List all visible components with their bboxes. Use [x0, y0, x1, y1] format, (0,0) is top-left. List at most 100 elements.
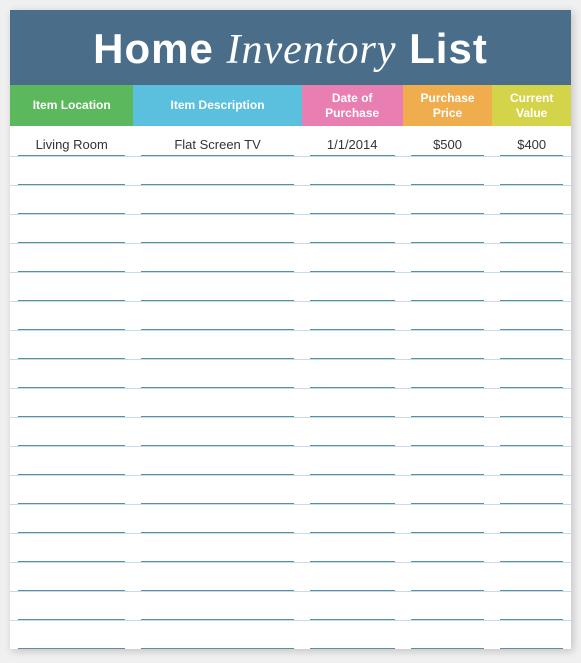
- cell-purchase-price: [403, 360, 493, 388]
- cell-current-value: [492, 534, 571, 562]
- cell-purchase-price: [403, 621, 493, 649]
- cell-current-value: [492, 215, 571, 243]
- cell-location: [10, 244, 133, 272]
- cell-location: [10, 563, 133, 591]
- cell-current-value: [492, 360, 571, 388]
- cell-location: [10, 273, 133, 301]
- cell-description: [133, 389, 301, 417]
- cell-date: [302, 621, 403, 649]
- cell-date: [302, 186, 403, 214]
- table-row: [10, 302, 571, 331]
- cell-date: [302, 215, 403, 243]
- col-header-location: Item Location: [10, 85, 133, 126]
- table-row: [10, 563, 571, 592]
- cell-purchase-price: [403, 389, 493, 417]
- cell-date: [302, 157, 403, 185]
- cell-date: [302, 447, 403, 475]
- cell-location: [10, 621, 133, 649]
- table-row: [10, 331, 571, 360]
- cell-purchase-price: [403, 273, 493, 301]
- cell-purchase-price: [403, 331, 493, 359]
- title-inventory: Inventory: [227, 27, 397, 73]
- cell-date: [302, 563, 403, 591]
- cell-date: [302, 302, 403, 330]
- cell-current-value: [492, 273, 571, 301]
- cell-purchase-price: [403, 157, 493, 185]
- cell-location: [10, 476, 133, 504]
- table-row: Living RoomFlat Screen TV1/1/2014$500$40…: [10, 126, 571, 157]
- cell-location: [10, 331, 133, 359]
- cell-location: [10, 447, 133, 475]
- table-row: [10, 534, 571, 563]
- table-row: [10, 418, 571, 447]
- cell-location: [10, 302, 133, 330]
- table-row: [10, 273, 571, 302]
- cell-description: [133, 273, 301, 301]
- cell-date: [302, 244, 403, 272]
- table-row: [10, 360, 571, 389]
- cell-current-value: [492, 186, 571, 214]
- cell-purchase-price: [403, 447, 493, 475]
- table-row: [10, 186, 571, 215]
- cell-date: [302, 273, 403, 301]
- cell-location: [10, 360, 133, 388]
- cell-current-value: [492, 331, 571, 359]
- cell-date: [302, 476, 403, 504]
- cell-purchase-price: [403, 505, 493, 533]
- table-row: [10, 215, 571, 244]
- cell-current-value: $400: [492, 126, 571, 156]
- cell-date: [302, 534, 403, 562]
- cell-description: [133, 447, 301, 475]
- cell-description: [133, 476, 301, 504]
- col-header-date: Date of Purchase: [302, 85, 403, 126]
- cell-date: [302, 360, 403, 388]
- cell-description: [133, 244, 301, 272]
- cell-purchase-price: [403, 563, 493, 591]
- cell-date: [302, 418, 403, 446]
- cell-current-value: [492, 476, 571, 504]
- cell-location: Living Room: [10, 126, 133, 156]
- cell-purchase-price: [403, 215, 493, 243]
- page-title: Home Inventory List: [30, 26, 551, 73]
- cell-description: [133, 157, 301, 185]
- table-row: [10, 592, 571, 621]
- cell-description: [133, 360, 301, 388]
- cell-description: [133, 621, 301, 649]
- cell-description: [133, 331, 301, 359]
- table-row: [10, 447, 571, 476]
- title-home: Home: [93, 25, 226, 72]
- cell-date: 1/1/2014: [302, 126, 403, 156]
- cell-current-value: [492, 505, 571, 533]
- cell-purchase-price: [403, 244, 493, 272]
- table-row: [10, 157, 571, 186]
- cell-current-value: [492, 621, 571, 649]
- column-headers: Item Location Item Description Date of P…: [10, 85, 571, 126]
- cell-purchase-price: [403, 592, 493, 620]
- page-header: Home Inventory List: [10, 10, 571, 85]
- cell-description: [133, 418, 301, 446]
- cell-location: [10, 186, 133, 214]
- cell-location: [10, 534, 133, 562]
- cell-description: [133, 186, 301, 214]
- cell-location: [10, 215, 133, 243]
- cell-location: [10, 592, 133, 620]
- table-row: [10, 505, 571, 534]
- table-body: Living RoomFlat Screen TV1/1/2014$500$40…: [10, 126, 571, 649]
- cell-current-value: [492, 302, 571, 330]
- cell-description: [133, 592, 301, 620]
- cell-location: [10, 389, 133, 417]
- cell-description: [133, 505, 301, 533]
- cell-current-value: [492, 447, 571, 475]
- cell-description: [133, 302, 301, 330]
- cell-current-value: [492, 157, 571, 185]
- cell-description: [133, 215, 301, 243]
- col-header-description: Item Description: [133, 85, 301, 126]
- cell-current-value: [492, 418, 571, 446]
- cell-current-value: [492, 389, 571, 417]
- cell-current-value: [492, 244, 571, 272]
- cell-purchase-price: [403, 302, 493, 330]
- cell-description: Flat Screen TV: [133, 126, 301, 156]
- cell-location: [10, 418, 133, 446]
- cell-purchase-price: [403, 476, 493, 504]
- cell-date: [302, 389, 403, 417]
